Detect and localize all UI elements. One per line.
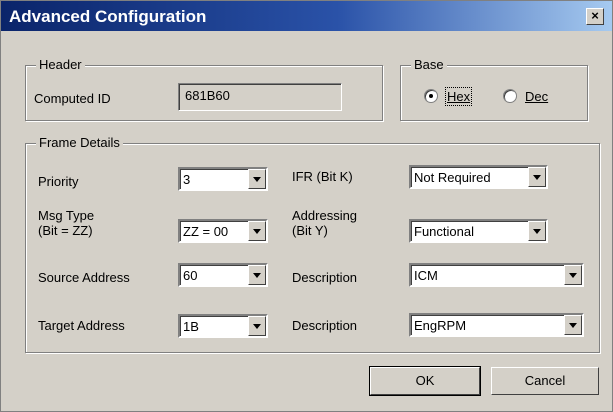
description-1-value: ICM: [414, 268, 438, 283]
target-address-value: 1B: [183, 319, 199, 334]
addressing-dropdown-icon[interactable]: [528, 221, 546, 241]
target-address-dropdown-icon[interactable]: [248, 316, 266, 336]
addressing-label: Addressing: [292, 208, 358, 223]
msg-type-sublabel: (Bit = ZZ): [38, 223, 93, 238]
addressing-select[interactable]: Functional: [409, 219, 548, 243]
priority-dropdown-icon[interactable]: [248, 169, 266, 189]
dec-radio-text: Dec: [525, 89, 549, 104]
description-1-label: Description: [292, 270, 358, 285]
ifr-dropdown-icon[interactable]: [528, 167, 546, 187]
base-group-label: Base: [411, 57, 447, 72]
msg-type-dropdown-icon[interactable]: [248, 221, 266, 241]
description-2-dropdown-icon[interactable]: [564, 315, 582, 335]
computed-id-label: Computed ID: [34, 91, 111, 106]
computed-id-value: 681B60: [185, 88, 230, 103]
msg-type-select[interactable]: ZZ = 00: [178, 219, 268, 243]
close-button[interactable]: ×: [586, 8, 604, 25]
description-1-dropdown-icon[interactable]: [564, 265, 582, 285]
ifr-select[interactable]: Not Required: [409, 165, 548, 189]
description-2-select[interactable]: EngRPM: [409, 313, 584, 337]
frame-details-group-label: Frame Details: [36, 135, 123, 150]
priority-value: 3: [183, 172, 191, 187]
source-address-label: Source Address: [38, 270, 130, 285]
priority-select[interactable]: 3: [178, 167, 268, 191]
dec-radio-label[interactable]: Dec: [525, 89, 548, 104]
addressing-sublabel: (Bit Y): [292, 223, 328, 238]
target-address-select[interactable]: 1B: [178, 314, 268, 338]
msg-type-label: Msg Type: [38, 208, 95, 223]
source-address-select[interactable]: 60: [178, 263, 268, 287]
cancel-button[interactable]: Cancel: [491, 367, 599, 395]
computed-id-field: 681B60: [178, 83, 342, 111]
window-title: Advanced Configuration: [9, 7, 207, 26]
description-1-select[interactable]: ICM: [409, 263, 584, 287]
addressing-value: Functional: [414, 224, 474, 239]
source-address-value: 60: [183, 268, 198, 283]
hex-radio[interactable]: [424, 89, 438, 103]
hex-radio-text: Hex: [447, 89, 471, 104]
description-2-label: Description: [292, 318, 358, 333]
advanced-configuration-dialog: Advanced Configuration × Header Computed…: [0, 0, 613, 412]
msg-type-value: ZZ = 00: [183, 224, 229, 239]
target-address-label: Target Address: [38, 318, 125, 333]
hex-radio-label[interactable]: Hex: [444, 87, 473, 106]
title-bar: Advanced Configuration ×: [1, 1, 612, 31]
source-address-dropdown-icon[interactable]: [248, 265, 266, 285]
ifr-value: Not Required: [414, 170, 491, 185]
ifr-label: IFR (Bit K): [292, 169, 353, 184]
ok-button[interactable]: OK: [369, 366, 481, 396]
description-2-value: EngRPM: [414, 318, 467, 333]
dec-radio[interactable]: [503, 89, 517, 103]
header-group-label: Header: [36, 57, 85, 72]
priority-label: Priority: [38, 174, 79, 189]
